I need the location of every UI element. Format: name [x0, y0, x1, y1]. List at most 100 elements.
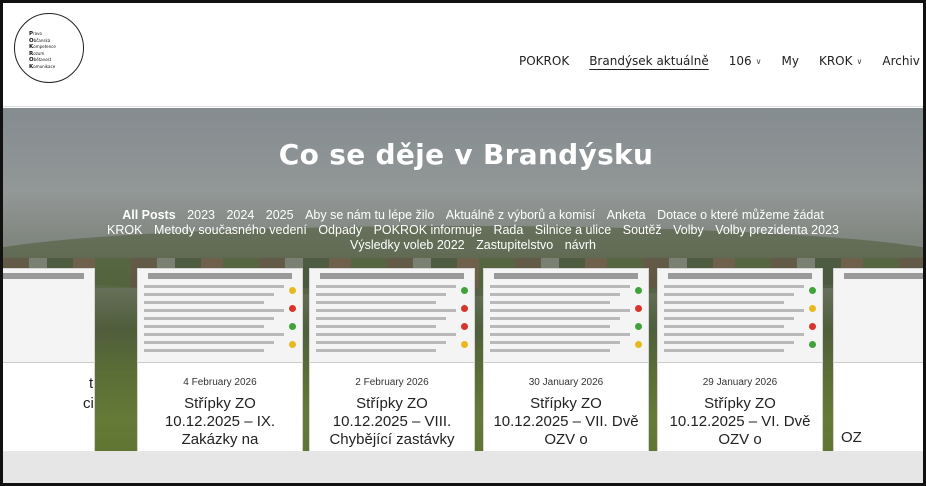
category-link[interactable]: Soutěž [623, 223, 662, 237]
logo-line: Pravo [29, 31, 42, 37]
category-link[interactable]: POKROK informuje [374, 223, 482, 237]
post-card[interactable]: 2 February 2026 Střípky ZO 10.12.2025 – V… [309, 268, 475, 474]
category-link[interactable]: Anketa [607, 208, 646, 222]
status-dot-icon [289, 323, 296, 330]
post-title[interactable]: Střípky ZO 10.12.2025 – VIII. Chybějící … [310, 395, 474, 451]
chevron-down-icon: ∨ [856, 56, 863, 66]
category-link[interactable]: Metody současného vedení [154, 223, 307, 237]
post-thumbnail [3, 269, 94, 363]
thumb-text-line [316, 349, 436, 352]
carousel-prev-icon[interactable]: ‹ [69, 365, 78, 390]
footer-strip [3, 451, 923, 483]
status-dot-icon [461, 305, 468, 312]
thumb-text-line [144, 301, 264, 304]
post-card[interactable]: 29 January 2026 Střípky ZO 10.12.2025 – V… [657, 268, 823, 474]
thumb-text-line [664, 285, 804, 288]
page-title: Co se děje v Brandýsku [278, 138, 654, 171]
category-link[interactable]: Zastupitelstvo [476, 238, 553, 252]
nav-item-archiv[interactable]: Archiv∨ [882, 54, 923, 68]
category-link[interactable]: Aktuálně z výborů a komisí [446, 208, 595, 222]
thumb-text-line [316, 301, 436, 304]
thumb-text-line [664, 333, 804, 336]
status-dot-icon [635, 305, 642, 312]
thumb-heading [148, 273, 292, 279]
thumb-heading [844, 273, 923, 279]
thumb-text-line [490, 285, 630, 288]
nav-item-my[interactable]: My [782, 54, 799, 68]
post-card-partial-left[interactable] [3, 268, 95, 474]
main-nav: POKROK Brandýsek aktuálně 106 ∨ My KROK ∨ Archi… [519, 51, 923, 71]
thumb-heading [3, 273, 84, 279]
thumb-text-line [144, 309, 284, 312]
category-link[interactable]: Výsledky voleb 2022 [350, 238, 465, 252]
post-title[interactable]: Střípky ZO 10.12.2025 – VI. Dvě OZV o [658, 395, 822, 451]
thumb-text-line [664, 317, 794, 320]
post-card[interactable]: 30 January 2026 Střípky ZO 10.12.2025 – V… [483, 268, 649, 474]
post-date: 2 February 2026 [355, 377, 429, 388]
thumb-text-line [316, 333, 456, 336]
category-link[interactable]: 2023 [187, 208, 215, 222]
post-title[interactable]: Střípky ZO 10.12.2025 – VII. Dvě OZV o [484, 395, 648, 451]
category-link[interactable]: Aby se nám tu lépe žilo [305, 208, 434, 222]
category-link[interactable]: návrh [565, 238, 596, 252]
thumb-text-line [664, 293, 794, 296]
status-dot-icon [461, 341, 468, 348]
category-link[interactable]: 2025 [266, 208, 294, 222]
category-link[interactable]: KROK [107, 223, 142, 237]
category-filter: All Posts 2023 2024 2025 Aby se nám tu l… [103, 208, 843, 253]
thumb-text-line [316, 341, 446, 344]
thumb-text-line [490, 333, 630, 336]
thumb-text-line [316, 317, 446, 320]
logo-line: Občanská [29, 37, 51, 44]
post-thumbnail [484, 269, 648, 363]
thumb-text-line [490, 309, 630, 312]
status-dot-icon [809, 341, 816, 348]
category-link[interactable]: Silnice a ulice [535, 223, 611, 237]
post-thumbnail [138, 269, 302, 363]
thumb-text-line [316, 325, 436, 328]
nav-item-krok[interactable]: KROK ∨ [819, 54, 862, 68]
category-link[interactable]: Volby prezidenta 2023 [715, 223, 839, 237]
category-link[interactable]: 2024 [226, 208, 254, 222]
site-header: Pravo Občanská Kompetence Rozum Obětavost Kom… [3, 3, 923, 107]
category-link[interactable]: Odpady [318, 223, 362, 237]
chevron-down-icon: ∨ [755, 56, 762, 66]
nav-item-pokrok[interactable]: POKROK [519, 54, 569, 68]
thumb-text-line [490, 317, 620, 320]
logo-line: Komunikace [29, 63, 56, 70]
nav-item-106[interactable]: 106 ∨ [729, 54, 762, 68]
post-thumbnail [310, 269, 474, 363]
status-dot-icon [461, 323, 468, 330]
status-dot-icon [461, 287, 468, 294]
status-dot-icon [635, 323, 642, 330]
category-link[interactable]: Rada [493, 223, 523, 237]
status-dot-icon [289, 287, 296, 294]
status-dot-icon [289, 305, 296, 312]
thumb-text-line [664, 341, 794, 344]
category-link[interactable]: Dotace o které můžeme žádat [657, 208, 824, 222]
category-link[interactable]: Volby [673, 223, 704, 237]
status-dot-icon [289, 341, 296, 348]
post-card[interactable]: 4 February 2026 Střípky ZO 10.12.2025 – I… [137, 268, 303, 474]
post-date: 29 January 2026 [702, 377, 778, 388]
logo-text: Pravo Občanská Kompetence Rozum Obětavost Kom… [29, 31, 56, 71]
post-date: 30 January 2026 [528, 377, 604, 388]
thumb-text-line [490, 341, 620, 344]
category-link[interactable]: All Posts [122, 208, 176, 222]
carousel-next-icon[interactable]: › [865, 365, 874, 390]
thumb-text-line [664, 349, 784, 352]
status-dot-icon [635, 287, 642, 294]
thumb-text-line [144, 317, 274, 320]
thumb-text-line [664, 301, 784, 304]
post-date: 4 February 2026 [183, 377, 257, 388]
thumb-text-line [490, 293, 620, 296]
post-title[interactable]: Střípky ZO 10.12.2025 – IX. Zakázky na [138, 395, 302, 451]
logo-line: Obětavost [29, 57, 52, 64]
thumb-text-line [144, 341, 274, 344]
partial-title-right: OZ [841, 429, 862, 446]
logo-line: Rozum [29, 50, 45, 57]
status-dot-icon [809, 323, 816, 330]
thumb-text-line [144, 349, 264, 352]
site-logo[interactable]: Pravo Občanská Kompetence Rozum Obětavost Kom… [14, 13, 84, 83]
nav-item-brand-sek-aktu-ln-[interactable]: Brandýsek aktuálně [589, 54, 709, 68]
